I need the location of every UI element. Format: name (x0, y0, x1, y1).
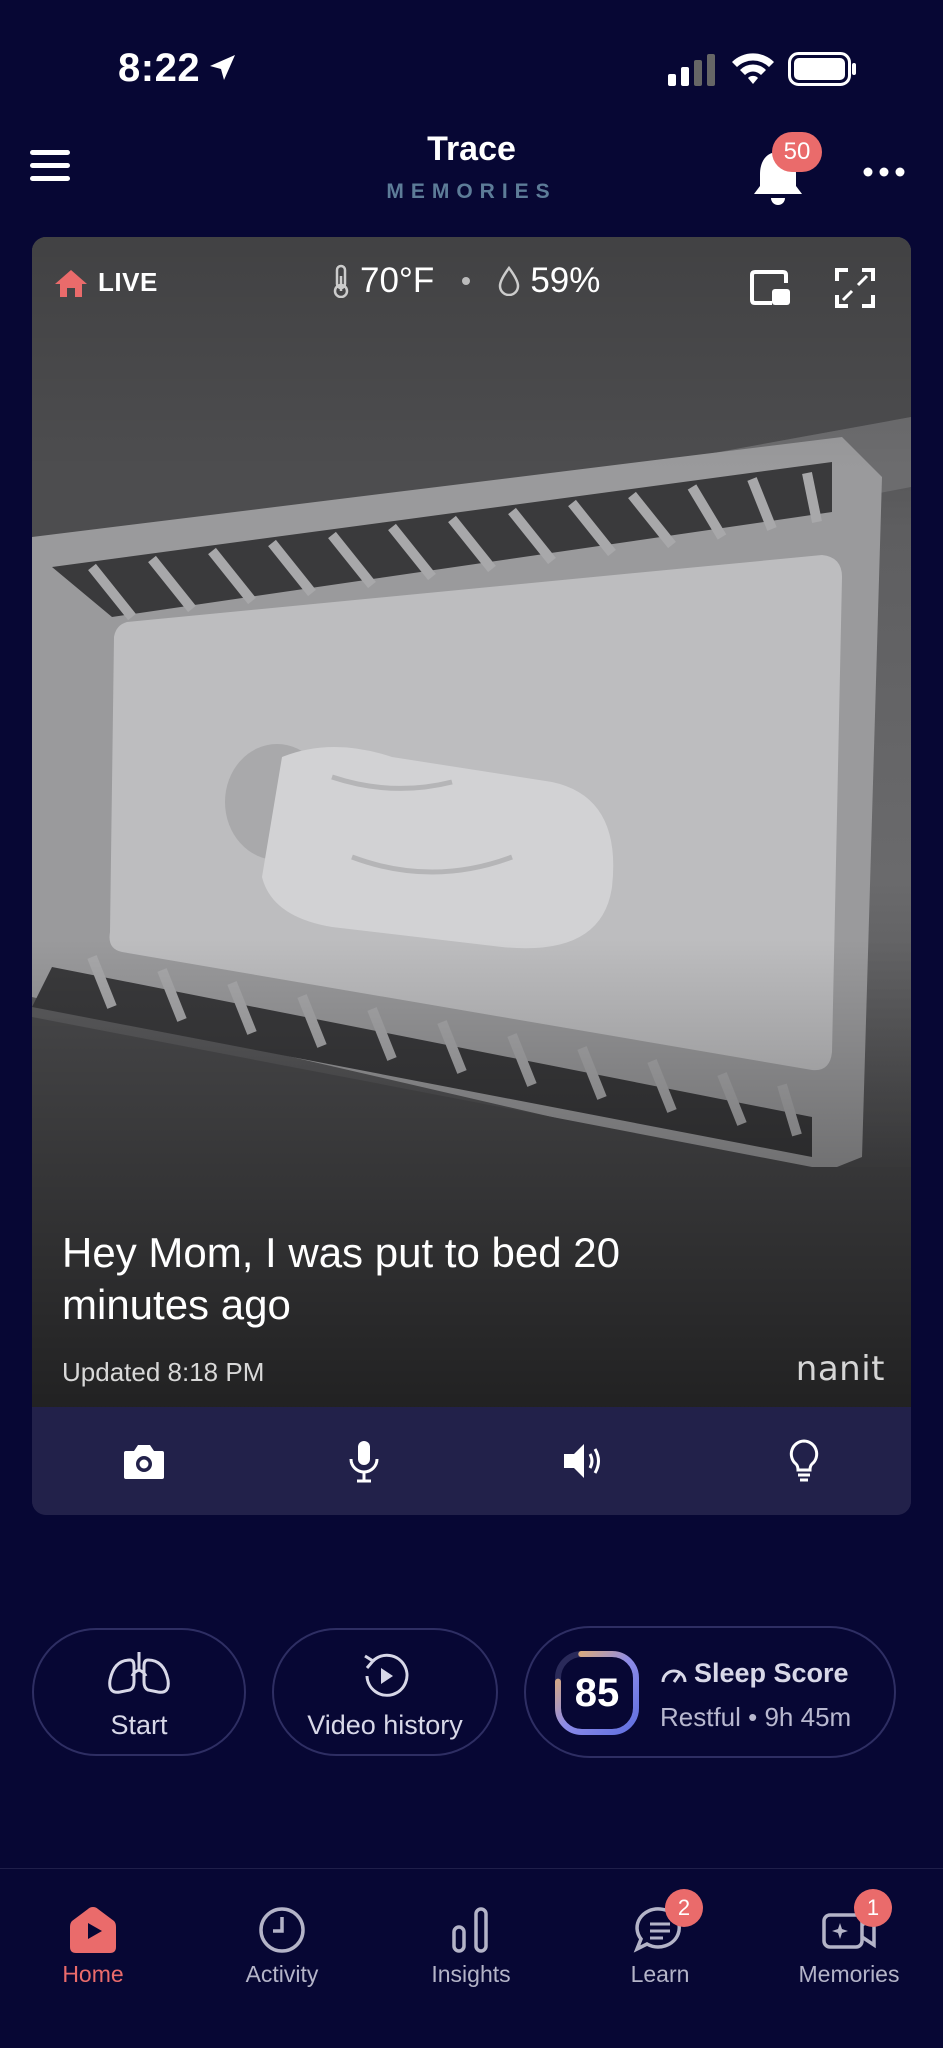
tab-learn-label: Learn (630, 1961, 690, 1987)
sleep-score-title-text: Sleep Score (694, 1658, 849, 1688)
lightbulb-icon[interactable] (780, 1437, 828, 1485)
home-icon (55, 269, 87, 297)
live-video-feed[interactable]: LIVE 70°F 59% Hey Mom, I was put to bed … (32, 237, 911, 1407)
live-badge: LIVE (54, 267, 158, 298)
bar-chart-icon (452, 1907, 488, 1953)
sleep-score-title: Sleep Score (660, 1658, 849, 1689)
home-icon (70, 1907, 116, 1953)
tab-insights[interactable]: Insights (386, 1883, 556, 2003)
battery-icon (788, 52, 856, 86)
microphone-icon[interactable] (340, 1437, 388, 1485)
tab-learn-badge: 2 (665, 1889, 703, 1927)
history-icon (364, 1653, 409, 1697)
cellular-signal-icon (668, 54, 715, 86)
tab-memories[interactable]: 1 Memories (764, 1883, 934, 2003)
environment-readings: 70°F 59% (332, 261, 600, 301)
gauge-icon (661, 1669, 687, 1683)
status-time: 8:22 (118, 46, 201, 90)
more-options-icon[interactable] (862, 162, 906, 182)
tab-insights-label: Insights (431, 1961, 511, 1987)
start-label: Start (110, 1710, 168, 1740)
location-arrow-icon (210, 55, 235, 80)
updated-time: Updated 8:18 PM (62, 1357, 265, 1387)
live-label: LIVE (98, 267, 158, 297)
wifi-icon (732, 53, 774, 84)
humidity-drop-icon (499, 266, 520, 296)
status-bar: 8:22 (0, 0, 943, 120)
thermometer-icon (333, 264, 349, 298)
picture-in-picture-icon[interactable] (750, 267, 792, 309)
sleep-score-subtitle: Restful • 9h 45m (660, 1702, 852, 1732)
tab-learn[interactable]: 2 Learn (575, 1883, 745, 2003)
video-history-button[interactable]: Video history (272, 1628, 498, 1756)
tab-memories-badge: 1 (854, 1889, 892, 1927)
notifications-badge: 50 (772, 132, 822, 172)
sleep-score-button[interactable]: 85 Sleep Score Restful • 9h 45m (524, 1626, 896, 1758)
status-message: Hey Mom, I was put to bed 20 minutes ago (62, 1229, 620, 1328)
temperature-value: 70°F (360, 261, 435, 300)
separator-dot (462, 277, 471, 285)
start-breathing-button[interactable]: Start (32, 1628, 246, 1756)
sleep-score-value: 85 (574, 1671, 620, 1715)
tab-activity[interactable]: Activity (197, 1883, 367, 2003)
humidity-value: 59% (530, 261, 601, 300)
tab-home-label: Home (62, 1961, 124, 1987)
lungs-icon (108, 1652, 170, 1694)
camera-controls (32, 1407, 911, 1515)
camera-card: LIVE 70°F 59% Hey Mom, I was put to bed … (32, 237, 911, 1515)
video-history-label: Video history (307, 1710, 463, 1740)
clock-icon (259, 1907, 305, 1953)
brand-watermark: nanit (795, 1349, 885, 1389)
fullscreen-icon[interactable] (834, 267, 876, 309)
bottom-tab-bar: Home Activity Insights 2 Learn 1 Memorie… (0, 1868, 943, 2048)
tab-activity-label: Activity (245, 1961, 319, 1987)
camera-icon[interactable] (120, 1437, 168, 1485)
header: Trace MEMORIES 50 (0, 120, 943, 220)
speaker-icon[interactable] (560, 1437, 608, 1485)
tab-home[interactable]: Home (8, 1883, 178, 2003)
tab-memories-label: Memories (798, 1961, 900, 1987)
